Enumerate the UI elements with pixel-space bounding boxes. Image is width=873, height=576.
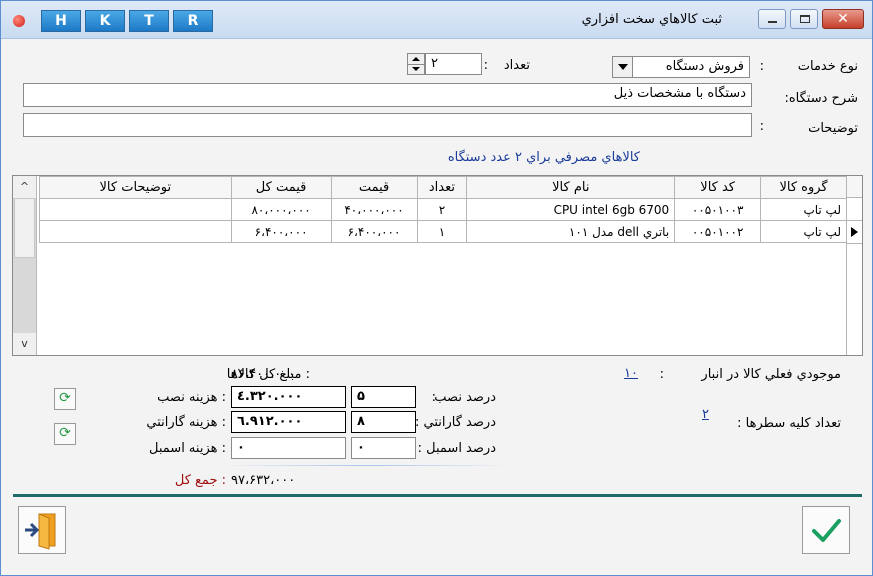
table-header-row: گروه کالا کد کالا نام کالا تعداد قيمت قي… [39, 176, 847, 199]
notes-label: توضيحات [808, 121, 858, 136]
current-row-arrow-icon [851, 227, 858, 237]
grand-total-value: ۹۷،۶۳۲،۰۰۰ [231, 473, 296, 488]
refresh-icon: ⟳ [59, 390, 71, 406]
toolbar-button-r[interactable]: R [173, 10, 213, 32]
install-cost-input[interactable]: ٤.٣٢٠.٠٠٠ [231, 386, 346, 408]
assembly-pct-label: درصد اسمبل : [417, 441, 496, 456]
refresh-install-button[interactable]: ⟳ [54, 388, 76, 410]
window-title: ثبت کالاهاي سخت افزاري [581, 12, 722, 27]
scroll-down-icon[interactable]: v [13, 333, 36, 355]
cell-total[interactable]: ۸۰،۰۰۰،۰۰۰ [230, 198, 332, 221]
cell-name[interactable]: باتري dell مدل ۱۰۱ [466, 220, 676, 243]
stock-value[interactable]: ۱۰ [624, 366, 638, 381]
total-goods-value: ۸۶،۴۰۰،۰۰۰ [231, 367, 296, 382]
grand-total-label: : جمع کل [174, 473, 226, 488]
cell-price[interactable]: ۴۰،۰۰۰،۰۰۰ [330, 198, 418, 221]
row-indicator-1[interactable] [847, 198, 862, 221]
install-cost-label: : هزينه نصب [157, 390, 226, 405]
warranty-pct-label: درصد گارانتي : [415, 415, 496, 430]
cell-desc[interactable] [39, 198, 232, 221]
col-header-qty[interactable]: تعداد [416, 176, 468, 199]
totals-divider [221, 465, 513, 466]
count-input[interactable]: ۲ [425, 53, 482, 75]
scroll-thumb[interactable] [14, 198, 35, 258]
stock-label: موجودي فعلي کالا در انبار [701, 367, 841, 382]
install-pct-input[interactable]: ۵ [351, 386, 416, 408]
warranty-cost-input[interactable]: ٦.٩١٢.٠٠٠ [231, 411, 346, 433]
count-colon: : [483, 58, 488, 73]
count-stepper[interactable] [407, 53, 425, 75]
col-header-group[interactable]: گروه کالا [760, 176, 847, 199]
device-desc-label: شرح دستگاه: [784, 91, 858, 106]
install-pct-colon: : [431, 390, 436, 405]
hardware-goods-window: H K T R ثبت کالاهاي سخت افزاري ✕ نوع خدم… [0, 0, 873, 576]
checkmark-icon [812, 519, 841, 542]
col-header-name[interactable]: نام کالا [466, 176, 676, 199]
confirm-button[interactable] [802, 506, 850, 554]
cell-price[interactable]: ۶،۴۰۰،۰۰۰ [330, 220, 418, 243]
status-dot-icon [13, 15, 25, 27]
toolbar-button-k[interactable]: K [85, 10, 125, 32]
service-type-value: فروش دستگاه [665, 59, 744, 74]
service-type-colon: : [759, 59, 764, 74]
col-header-code[interactable]: کد کالا [674, 176, 762, 199]
warranty-cost-label: : هزينه گارانتي [146, 415, 226, 430]
toolbar-button-h[interactable]: H [41, 10, 81, 32]
cell-total[interactable]: ۶،۴۰۰،۰۰۰ [230, 220, 332, 243]
cell-desc[interactable] [39, 220, 232, 243]
title-bar: H K T R ثبت کالاهاي سخت افزاري ✕ [1, 1, 872, 39]
stepper-up-icon[interactable] [412, 57, 420, 61]
table-row[interactable]: لپ تاپ ۰۰۵۰۱۰۰۳ CPU intel 6gb 6700 ۲ ۴۰،… [39, 198, 847, 221]
maximize-button[interactable] [790, 9, 818, 29]
vertical-scrollbar[interactable]: ^ v [13, 176, 37, 355]
rows-count-value[interactable]: ۲ [702, 407, 709, 422]
minimize-button[interactable] [758, 9, 786, 29]
assembly-cost-input[interactable]: ٠ [231, 437, 346, 459]
consumables-grid[interactable]: ^ v گروه کالا کد کالا نام کالا تعداد قيم… [12, 175, 863, 356]
refresh-icon: ⟳ [59, 425, 71, 441]
goods-table: گروه کالا کد کالا نام کالا تعداد قيمت قي… [39, 176, 847, 243]
close-button[interactable]: ✕ [822, 9, 864, 29]
exit-button[interactable] [18, 506, 66, 554]
cell-group[interactable]: لپ تاپ [760, 220, 847, 243]
stepper-down-icon[interactable] [412, 67, 420, 71]
cell-group[interactable]: لپ تاپ [760, 198, 847, 221]
notes-input[interactable] [23, 113, 752, 137]
col-header-price[interactable]: قيمت [330, 176, 418, 199]
refresh-warranty-button[interactable]: ⟳ [54, 423, 76, 445]
assembly-pct-input[interactable]: ۰ [351, 437, 416, 459]
chevron-down-icon[interactable] [613, 57, 633, 77]
device-desc-input[interactable]: دستگاه با مشخصات ذيل [23, 83, 752, 107]
assembly-cost-label: : هزينه اسمبل [149, 441, 226, 456]
warranty-pct-input[interactable]: ۸ [351, 411, 416, 433]
consumables-caption: کالاهاي مصرفي براي ۲ عدد دستگاه [447, 150, 640, 165]
close-icon: ✕ [837, 11, 849, 27]
cell-qty[interactable]: ۱ [416, 220, 468, 243]
rows-count-label: تعداد کليه سطرها : [737, 416, 841, 431]
service-type-label: نوع خدمات [797, 59, 858, 74]
maximize-icon [800, 15, 810, 23]
footer-divider [13, 494, 862, 497]
stock-colon: : [659, 367, 664, 382]
count-label: تعداد [503, 58, 530, 73]
service-type-select[interactable]: فروش دستگاه [612, 56, 750, 78]
row-indicator-column [846, 176, 862, 355]
cell-name[interactable]: CPU intel 6gb 6700 [466, 198, 676, 221]
row-indicator-2[interactable] [847, 221, 862, 244]
col-header-desc[interactable]: توضيحات کالا [39, 176, 232, 199]
row-indicator-header [847, 176, 862, 198]
cell-code[interactable]: ۰۰۵۰۱۰۰۳ [674, 198, 762, 221]
install-pct-label: درصد نصب [434, 390, 496, 405]
table-row[interactable]: لپ تاپ ۰۰۵۰۱۰۰۲ باتري dell مدل ۱۰۱ ۱ ۶،۴… [39, 220, 847, 243]
col-header-total[interactable]: قيمت کل [230, 176, 332, 199]
cell-code[interactable]: ۰۰۵۰۱۰۰۲ [674, 220, 762, 243]
toolbar-button-t[interactable]: T [129, 10, 169, 32]
exit-door-icon [25, 513, 56, 550]
minimize-icon [768, 21, 777, 23]
notes-colon: : [759, 119, 764, 134]
stepper-divider [408, 64, 424, 65]
cell-qty[interactable]: ۲ [416, 198, 468, 221]
scroll-up-icon[interactable]: ^ [13, 176, 36, 198]
